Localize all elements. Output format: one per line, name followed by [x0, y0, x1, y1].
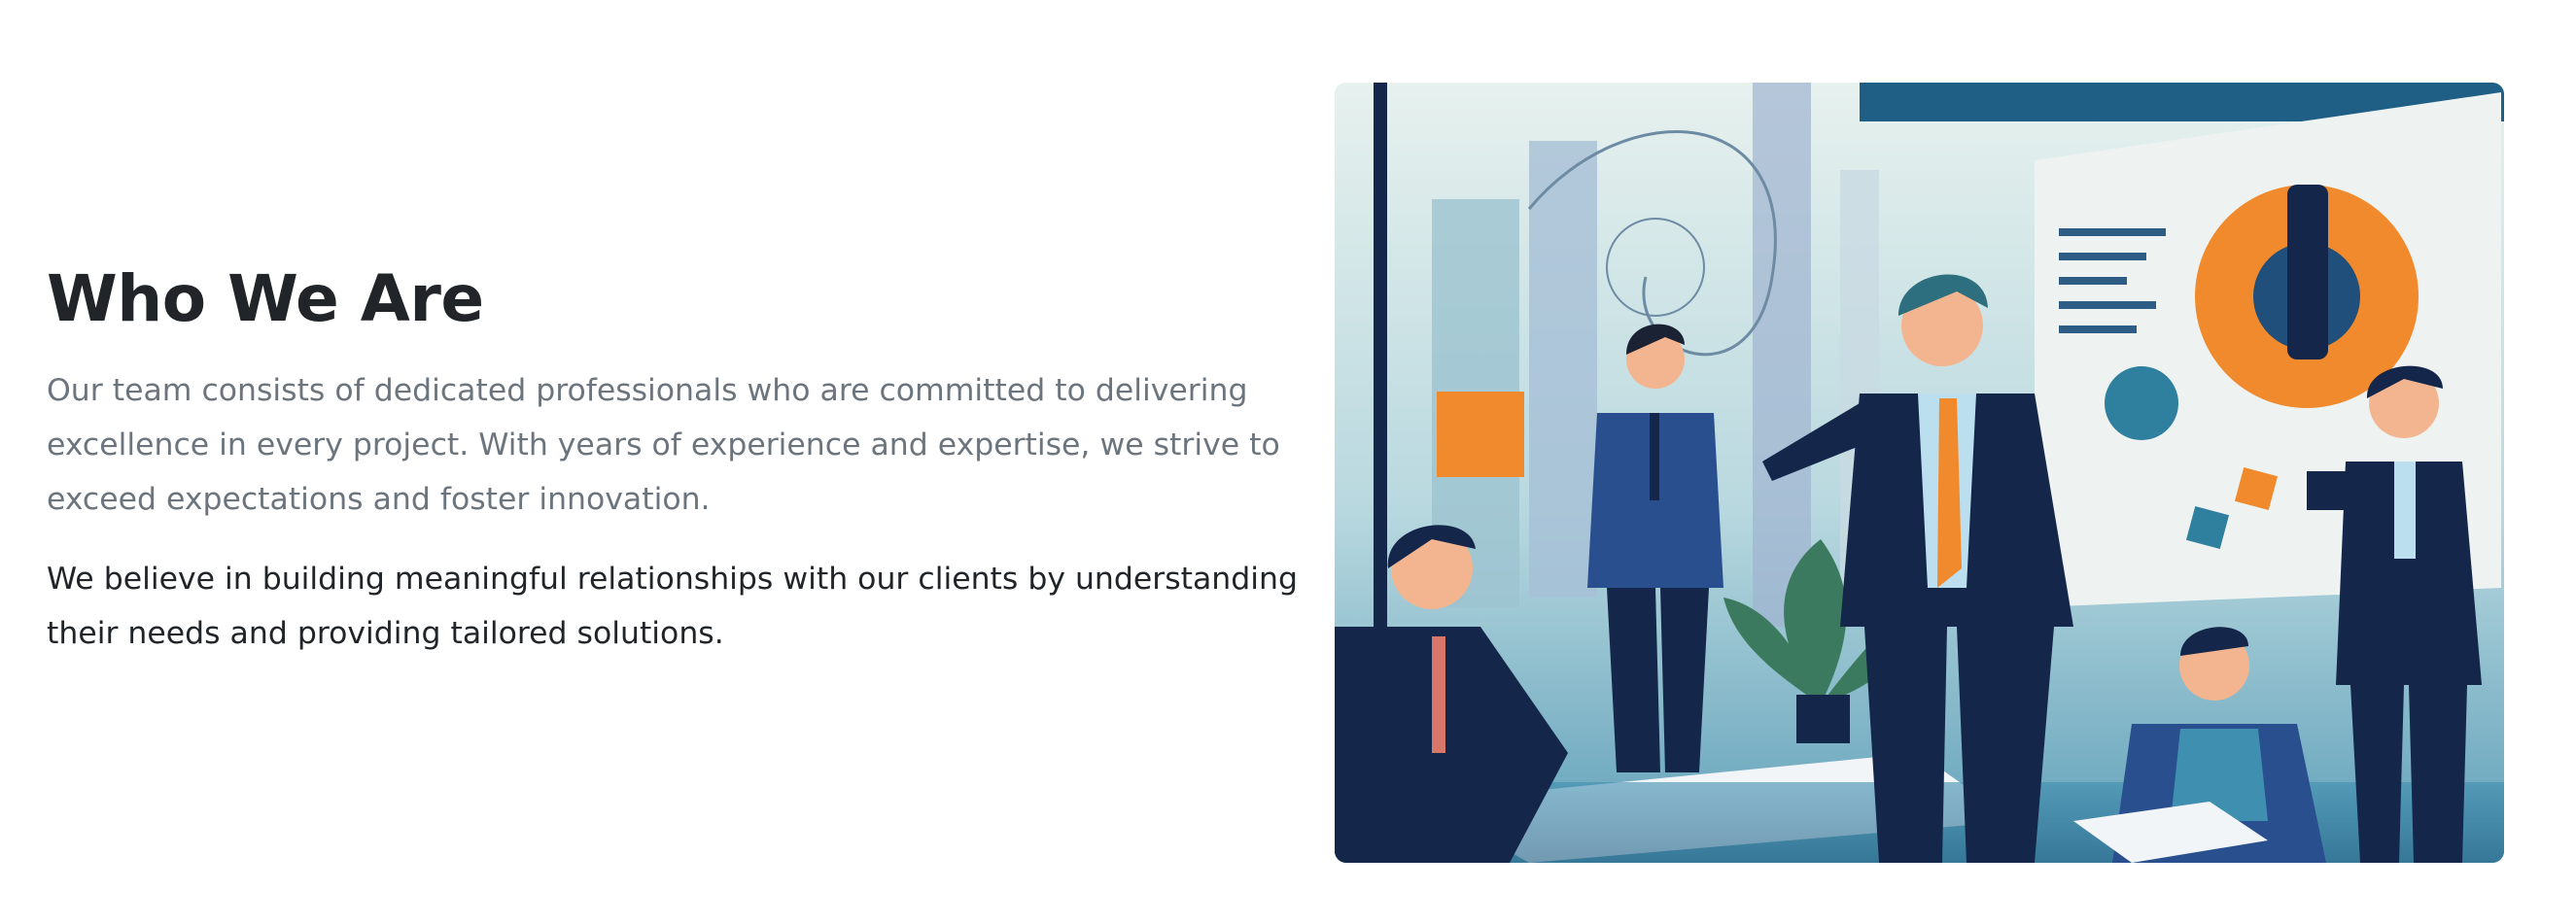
lead-paragraph: Our team consists of dedicated professio… — [47, 373, 1280, 517]
body-paragraph: We believe in building meaningful relati… — [47, 562, 1298, 651]
person-2-tie — [1650, 413, 1659, 500]
section-title: Who We Are — [47, 261, 484, 336]
board-text-line-5 — [2059, 325, 2137, 333]
person-5-shirt — [2394, 462, 2416, 559]
board-text-line-1 — [2059, 228, 2166, 236]
board-text-line-4 — [2059, 301, 2156, 309]
board-bar-dark — [2287, 185, 2328, 359]
city-building-2 — [1529, 141, 1597, 598]
illustration-svg — [1335, 83, 2504, 863]
person-1-tie — [1432, 636, 1445, 753]
orange-wall-note — [1437, 392, 1524, 477]
board-chart-bar-3 — [2307, 471, 2346, 510]
team-meeting-illustration — [1335, 83, 2504, 863]
board-text-line-3 — [2059, 277, 2127, 285]
about-text-column: Who We Are Our team consists of dedicate… — [47, 260, 1310, 661]
board-gear-icon — [2105, 366, 2178, 440]
plant-pot — [1796, 695, 1850, 743]
about-section: Who We Are Our team consists of dedicate… — [0, 0, 2576, 924]
board-text-line-2 — [2059, 253, 2146, 260]
city-building-3 — [1753, 83, 1811, 627]
